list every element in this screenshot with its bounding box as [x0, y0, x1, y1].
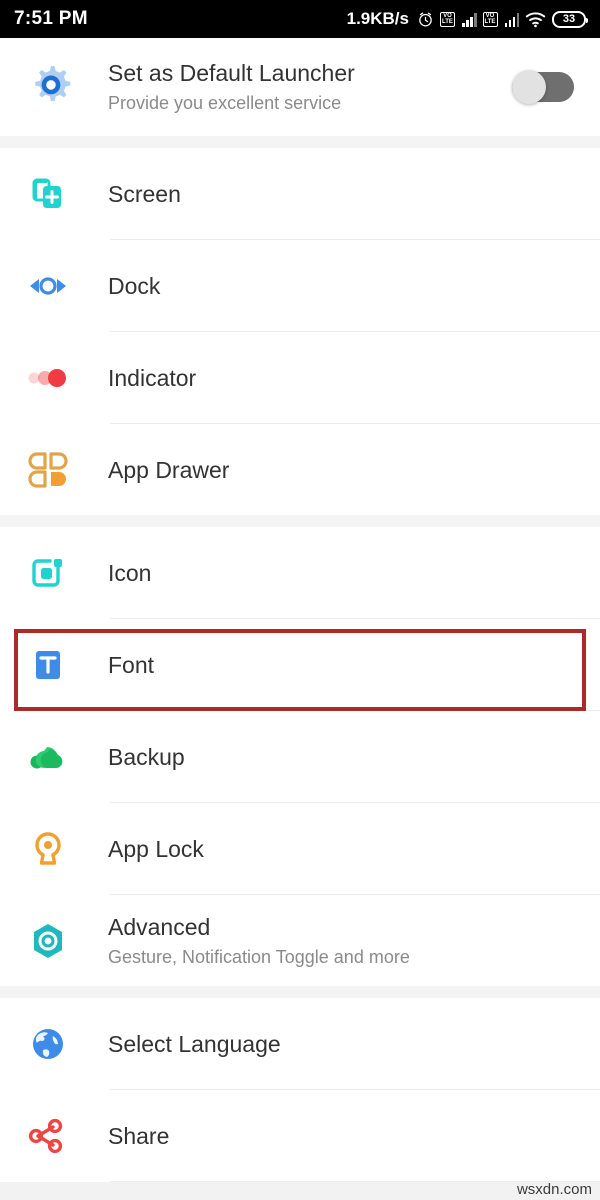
- volte-sim1-icon: VO LTE: [440, 11, 455, 27]
- font-t-icon: [26, 643, 88, 687]
- indicator-texts: Indicator: [88, 363, 600, 393]
- volte-sim1-bottom: LTE: [442, 19, 453, 25]
- row-screen[interactable]: Screen: [0, 148, 600, 239]
- advanced-texts: Advanced Gesture, Notification Toggle an…: [88, 912, 600, 970]
- globe-icon: [26, 1022, 88, 1066]
- row-select-language[interactable]: Select Language: [0, 998, 600, 1089]
- signal-bars-sim2-icon: [504, 12, 519, 27]
- dock-arrows-icon: [26, 264, 88, 308]
- row-icon[interactable]: Icon: [0, 527, 600, 618]
- backup-cloud-icon: [26, 735, 88, 779]
- advanced-hexagon-icon: [26, 919, 88, 963]
- row-label: Select Language: [108, 1030, 281, 1057]
- signal-bars-sim1-icon: [462, 12, 477, 27]
- row-share[interactable]: Share: [0, 1090, 600, 1181]
- row-label: Screen: [108, 180, 181, 207]
- status-bar: 7:51 PM 1.9KB/s VO LTE VO LTE 33: [0, 0, 600, 38]
- layout-group: Screen Dock Indicator App Drawer: [0, 148, 600, 515]
- section-gap-2: [0, 515, 600, 527]
- indicator-dots-icon: [26, 356, 88, 400]
- default-launcher-subtitle: Provide you excellent service: [108, 93, 342, 113]
- default-launcher-toggle[interactable]: [512, 70, 574, 104]
- status-bar-clock: 7:51 PM: [14, 8, 88, 29]
- row-label: App Drawer: [108, 456, 230, 483]
- row-app-drawer[interactable]: App Drawer: [0, 424, 600, 515]
- network-speed-label: 1.9KB/s: [346, 9, 409, 28]
- row-font[interactable]: Font: [0, 619, 600, 710]
- screen-texts: Screen: [88, 179, 600, 209]
- icon-square-icon: [26, 551, 88, 595]
- select-language-texts: Select Language: [88, 1029, 600, 1059]
- default-launcher-group: Set as Default Launcher Provide you exce…: [0, 38, 600, 136]
- row-label: Dock: [108, 272, 161, 299]
- row-indicator[interactable]: Indicator: [0, 332, 600, 423]
- row-label: Indicator: [108, 364, 197, 391]
- watermark: wsxdn.com: [516, 1181, 592, 1198]
- battery-level-label: 33: [562, 13, 576, 25]
- row-app-lock[interactable]: App Lock: [0, 803, 600, 894]
- dock-texts: Dock: [88, 271, 600, 301]
- row-label: Icon: [108, 559, 152, 586]
- share-texts: Share: [88, 1121, 600, 1151]
- misc-group: Select Language Share: [0, 998, 600, 1182]
- toggle-knob: [512, 70, 546, 104]
- gear-icon: [26, 62, 88, 112]
- icon-texts: Icon: [88, 558, 600, 588]
- font-texts: Font: [88, 650, 600, 680]
- backup-texts: Backup: [88, 742, 600, 772]
- status-bar-icons: 1.9KB/s VO LTE VO LTE 33: [346, 9, 588, 29]
- row-label: Font: [108, 651, 155, 678]
- section-gap-1: [0, 136, 600, 148]
- row-dock[interactable]: Dock: [0, 240, 600, 331]
- app-drawer-texts: App Drawer: [88, 455, 600, 485]
- volte-sim2-icon: VO LTE: [482, 11, 498, 27]
- row-label: Share: [108, 1122, 170, 1149]
- app-lock-texts: App Lock: [88, 834, 600, 864]
- row-label: Backup: [108, 743, 185, 770]
- appearance-group: Icon Font Backup App Lock Advanced Gestu…: [0, 527, 600, 986]
- row-label: App Lock: [108, 835, 204, 862]
- screen-add-icon: [26, 172, 88, 216]
- row-subtitle: Gesture, Notification Toggle and more: [108, 946, 410, 967]
- default-launcher-texts: Set as Default Launcher Provide you exce…: [88, 58, 512, 116]
- alarm-clock-icon: [417, 11, 434, 28]
- row-advanced[interactable]: Advanced Gesture, Notification Toggle an…: [0, 895, 600, 986]
- settings-list: Set as Default Launcher Provide you exce…: [0, 38, 600, 1200]
- wifi-icon: [525, 11, 546, 28]
- row-label: Advanced: [108, 913, 211, 940]
- volte-sim2-bottom: LTE: [484, 19, 496, 25]
- row-set-as-default-launcher[interactable]: Set as Default Launcher Provide you exce…: [0, 38, 600, 136]
- app-lock-key-icon: [26, 827, 88, 871]
- section-gap-3: [0, 986, 600, 998]
- default-launcher-title: Set as Default Launcher: [108, 60, 355, 86]
- row-backup[interactable]: Backup: [0, 711, 600, 802]
- app-drawer-grid-icon: [26, 448, 88, 492]
- share-nodes-icon: [26, 1114, 88, 1158]
- battery-indicator: 33: [552, 10, 588, 28]
